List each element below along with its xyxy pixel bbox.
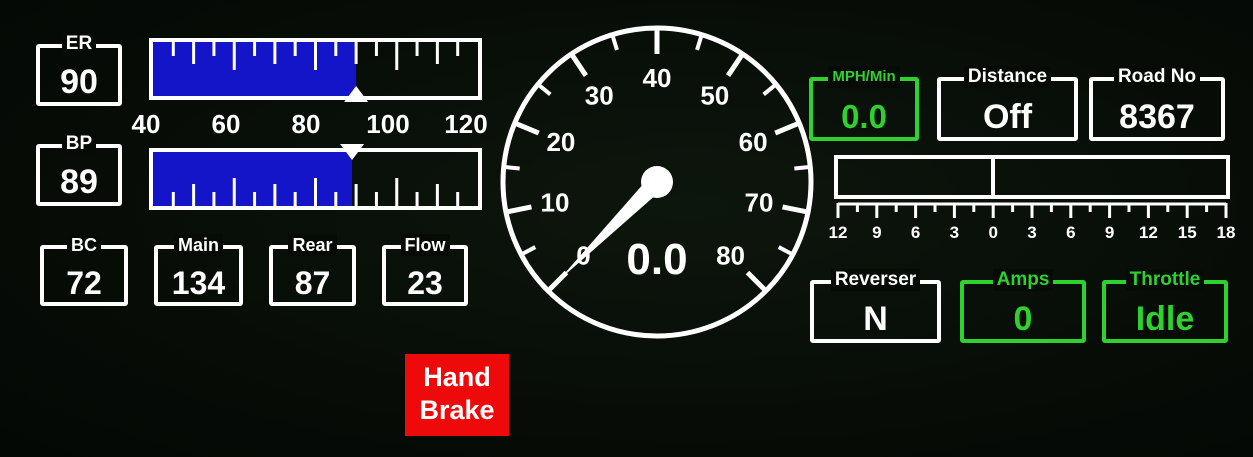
hand-brake-line2: Brake [419,395,495,425]
throttle-readout: Throttle Idle [1102,269,1228,343]
main-value: 134 [171,265,226,301]
flow-label: Flow [400,234,450,256]
hand-brake-line1: Hand [423,362,491,392]
speedometer-label: 30 [585,81,614,111]
bp-label: BP [61,133,97,155]
speedometer-tick [610,35,619,51]
amps-readout: Amps 0 [960,269,1086,343]
pressure-scale-label: 40 [132,109,161,139]
pressure-scale: 40 60 80 100 120 [132,109,488,139]
distance-readout: Distance Off [937,66,1078,141]
mph-per-min-readout: MPH/Min 0.0 [809,66,919,141]
speedometer-label: 80 [716,241,745,271]
load-meter-label: 15 [1178,223,1197,242]
load-meter-label: 12 [1139,223,1158,242]
bc-value: 72 [66,265,102,301]
main-label: Main [173,234,223,256]
er-readout: ER 90 [36,33,122,106]
hand-brake-indicator: Hand Brake [405,354,509,436]
road-number-label: Road No [1113,66,1201,88]
load-meter-label: 12 [829,223,848,242]
rear-readout: Rear 87 [269,234,356,306]
rear-label: Rear [288,234,337,256]
load-meter-label: 3 [1027,223,1036,242]
road-number-value: 8367 [1119,98,1195,136]
speedometer-label: 70 [745,187,774,217]
er-label: ER [61,33,97,55]
speedometer-label: 20 [546,127,575,157]
speedometer-tick [695,35,704,51]
flow-readout: Flow 23 [382,234,468,306]
speedometer-tick [522,245,537,256]
flow-value: 23 [407,265,443,301]
speedometer-label: 60 [739,127,768,157]
pressure-scale-label: 60 [212,109,241,139]
load-meter-ticks [836,202,1228,218]
bc-readout: BC 72 [40,234,128,306]
load-meter-label: 9 [1105,223,1114,242]
speedometer-tick [762,84,776,96]
pressure-scale-label: 80 [292,109,321,139]
speedometer-tick [777,245,792,256]
throttle-label: Throttle [1125,269,1205,291]
bp-readout: BP 89 [36,133,122,206]
speedometer-tick [794,165,809,171]
speedometer-label: 50 [700,81,729,111]
load-meter-label: 18 [1217,223,1236,242]
speedometer-tick [505,165,520,171]
bp-pressure-bar [153,152,353,206]
load-meter-frame [834,155,1230,199]
road-number-readout: Road No 8367 [1089,66,1225,141]
reverser-value: N [863,300,888,338]
speedometer-tick [726,54,744,77]
brake-pressure-gauge: 40 60 80 100 120 [132,38,488,210]
reverser-label: Reverser [830,269,921,291]
rear-value: 87 [294,265,331,301]
bc-label: BC [67,234,101,256]
speedometer-tick [538,84,552,96]
speedometer-label: 10 [541,187,570,217]
distance-value: Off [982,98,1033,136]
load-meter-label: 9 [872,223,881,242]
speedometer-tick [507,204,532,215]
pressure-scale-label: 120 [444,109,487,139]
mph-per-min-value: 0.0 [841,98,887,135]
speedometer-tick [515,121,540,136]
distance-label: Distance [963,66,1052,88]
load-meter: 12 9 6 3 0 3 6 9 12 15 18 [829,155,1236,242]
er-value: 90 [60,63,98,101]
speedometer: 01020304050607080 0.0 [500,25,814,339]
load-meter-label: 6 [911,223,920,242]
speedometer-tick [570,54,588,77]
amps-label: Amps [992,269,1054,291]
load-meter-label: 0 [988,223,997,242]
speedometer-label: 40 [643,63,672,93]
load-meter-label: 6 [1066,223,1075,242]
speedometer-tick [782,204,807,215]
speed-digital-readout: 0.0 [626,235,687,284]
throttle-value: Idle [1135,300,1195,338]
mph-per-min-label: MPH/Min [828,66,900,88]
load-meter-labels: 12 9 6 3 0 3 6 9 12 15 18 [829,223,1236,242]
speedometer-hub [641,166,673,198]
main-reservoir-readout: Main 134 [154,234,243,306]
amps-value: 0 [1013,300,1033,338]
reverser-readout: Reverser N [810,269,941,343]
speedometer-tick [745,270,767,292]
bp-value: 89 [60,163,98,201]
locomotive-hud: ER 90 BP 89 BC 72 Main 134 Rear 87 Flow … [0,0,1253,457]
pressure-scale-label: 100 [366,109,409,139]
speedometer-tick [774,121,799,136]
load-meter-label: 3 [950,223,959,242]
